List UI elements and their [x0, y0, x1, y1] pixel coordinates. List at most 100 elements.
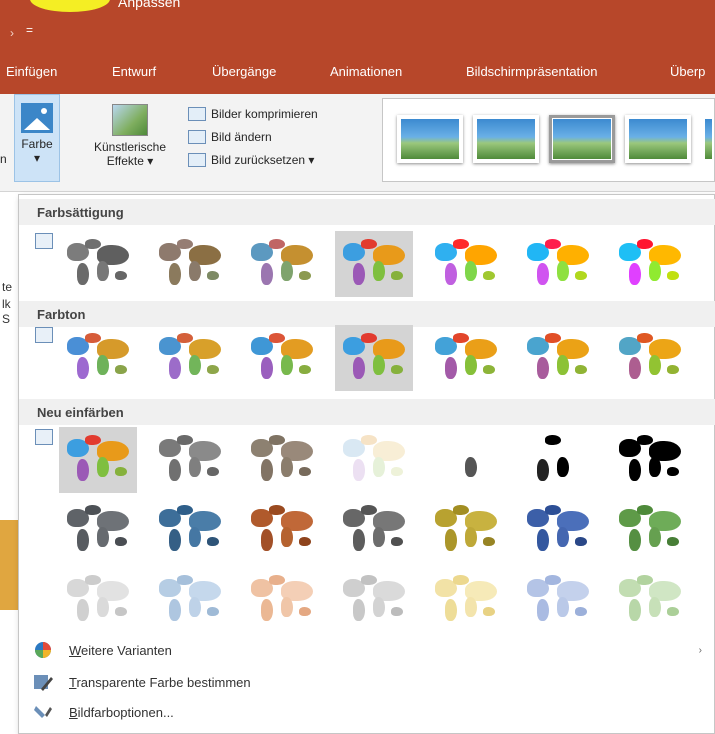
recolor-option-1-2[interactable]: [151, 427, 229, 493]
submenu-arrow-icon: ›: [698, 644, 702, 656]
continent-shape: [207, 365, 219, 374]
section-farbsaettigung: Farbsättigung: [19, 199, 715, 225]
recolor-option-3-3[interactable]: [243, 567, 321, 633]
continent-shape: [77, 459, 89, 481]
neu-einfaerben-row-2: [19, 491, 715, 569]
recolor-option-2-1[interactable]: [59, 497, 137, 563]
recolor-option-1-6[interactable]: [519, 427, 597, 493]
tab-entwurf[interactable]: Entwurf: [112, 64, 156, 79]
continent-shape: [115, 271, 127, 280]
saturation-option-6[interactable]: [519, 231, 597, 297]
world-map-preview: [435, 331, 497, 383]
picture-style-1[interactable]: [397, 115, 463, 163]
picture-color-options-icon: [33, 703, 53, 721]
continent-shape: [353, 529, 365, 551]
continent-shape: [353, 599, 365, 621]
tab-bildschirmpraesentation[interactable]: Bildschirmpräsentation: [466, 64, 598, 79]
saturation-option-3[interactable]: [243, 231, 321, 297]
recolor-option-3-4[interactable]: [335, 567, 413, 633]
world-map-preview: [343, 433, 405, 485]
saturation-option-1[interactable]: [59, 231, 137, 297]
saturation-option-5[interactable]: [427, 231, 505, 297]
recolor-option-3-6[interactable]: [519, 567, 597, 633]
color-wheel-icon: [33, 641, 53, 659]
world-map-preview: [159, 331, 221, 383]
continent-shape: [465, 597, 477, 617]
transparente-farbe-item[interactable]: Transparente Farbe bestimmen: [19, 667, 715, 697]
tone-option-6[interactable]: [519, 325, 597, 391]
continent-shape: [637, 333, 653, 343]
recolor-option-3-1[interactable]: [59, 567, 137, 633]
qat-customize-icon[interactable]: =: [26, 23, 33, 37]
continent-shape: [373, 527, 385, 547]
tone-option-5[interactable]: [427, 325, 505, 391]
picture-style-3[interactable]: [549, 115, 615, 163]
effekte-label: Effekte ▾: [106, 154, 154, 168]
tab-ueberpruefen[interactable]: Überp: [670, 64, 705, 79]
saturation-option-2[interactable]: [151, 231, 229, 297]
recolor-option-1-7[interactable]: [611, 427, 689, 493]
recolor-option-1-3[interactable]: [243, 427, 321, 493]
recolor-option-2-6[interactable]: [519, 497, 597, 563]
continent-shape: [545, 333, 561, 343]
continent-shape: [545, 505, 561, 515]
continent-shape: [545, 435, 561, 445]
continent-shape: [537, 599, 549, 621]
recolor-option-1-4[interactable]: [335, 427, 413, 493]
continent-shape: [353, 459, 365, 481]
saturation-option-4[interactable]: [335, 231, 413, 297]
recolor-option-2-7[interactable]: [611, 497, 689, 563]
world-map-preview: [67, 237, 129, 289]
continent-shape: [557, 457, 569, 477]
continent-shape: [281, 261, 293, 281]
continent-shape: [207, 607, 219, 616]
bildfarboptionen-label: Bildfarboptionen...: [69, 704, 174, 720]
recolor-option-3-7[interactable]: [611, 567, 689, 633]
behind-fragment-1: te: [2, 280, 13, 294]
farbe-button[interactable]: Farbe ▾: [14, 94, 60, 182]
world-map-preview: [343, 573, 405, 625]
saturation-option-7[interactable]: [611, 231, 689, 297]
recolor-option-2-3[interactable]: [243, 497, 321, 563]
qat-arrow-icon[interactable]: ›: [10, 26, 14, 40]
continent-shape: [189, 527, 201, 547]
bild-aendern-button[interactable]: Bild ändern: [188, 125, 318, 148]
tone-option-3[interactable]: [243, 325, 321, 391]
continent-shape: [269, 239, 285, 249]
bild-zuruecksetzen-button[interactable]: Bild zurücksetzen ▾: [188, 148, 318, 171]
continent-shape: [629, 529, 641, 551]
tone-option-7[interactable]: [611, 325, 689, 391]
continent-shape: [557, 355, 569, 375]
continent-shape: [281, 527, 293, 547]
artistic-effects-icon: [112, 104, 148, 136]
continent-shape: [373, 261, 385, 281]
continent-shape: [97, 261, 109, 281]
recolor-option-2-5[interactable]: [427, 497, 505, 563]
recolor-option-2-4[interactable]: [335, 497, 413, 563]
continent-shape: [637, 239, 653, 249]
weitere-varianten-item[interactable]: Weitere Varianten ›: [19, 635, 715, 665]
tab-uebergaenge[interactable]: Übergänge: [212, 64, 276, 79]
tab-einfuegen[interactable]: Einfügen: [6, 64, 57, 79]
recolor-option-3-2[interactable]: [151, 567, 229, 633]
farbton-row: [19, 319, 715, 397]
recolor-option-3-5[interactable]: [427, 567, 505, 633]
picture-style-2[interactable]: [473, 115, 539, 163]
picture-style-5[interactable]: [701, 115, 715, 163]
recolor-option-2-2[interactable]: [151, 497, 229, 563]
continent-shape: [207, 271, 219, 280]
recolor-option-1-1[interactable]: [59, 427, 137, 493]
continent-shape: [445, 529, 457, 551]
bilder-komprimieren-button[interactable]: Bilder komprimieren: [188, 102, 318, 125]
tone-option-4[interactable]: [335, 325, 413, 391]
picture-adjust-commands: Bilder komprimieren Bild ändern Bild zur…: [188, 102, 318, 171]
recolor-option-1-5[interactable]: [427, 427, 505, 493]
continent-shape: [445, 599, 457, 621]
tone-option-2[interactable]: [151, 325, 229, 391]
bildfarboptionen-item[interactable]: Bildfarboptionen...: [19, 697, 715, 727]
tone-option-1[interactable]: [59, 325, 137, 391]
kuenstlerische-effekte-button[interactable]: Künstlerische Effekte ▾: [82, 94, 178, 182]
picture-style-4[interactable]: [625, 115, 691, 163]
continent-shape: [453, 239, 469, 249]
tab-animationen[interactable]: Animationen: [330, 64, 402, 79]
